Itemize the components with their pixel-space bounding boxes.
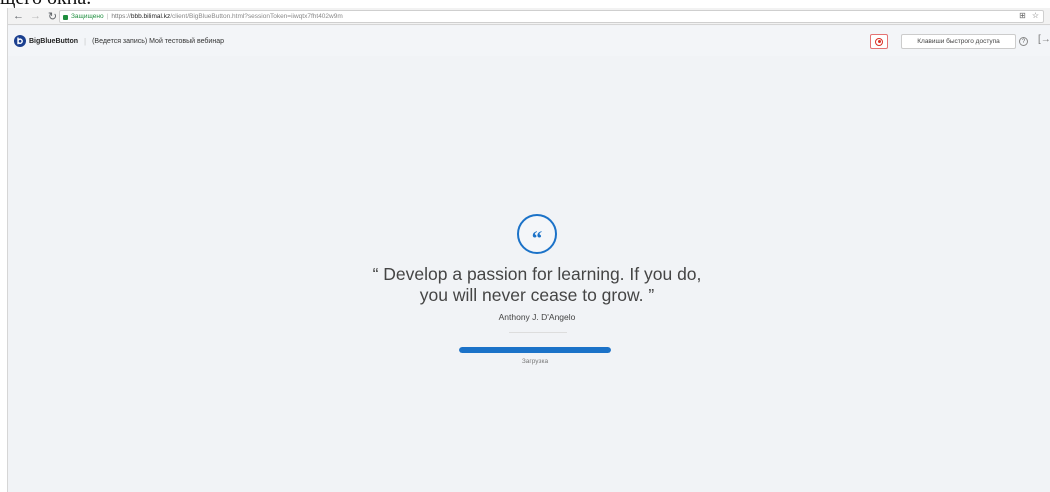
loading-progress-bar bbox=[459, 347, 611, 353]
quote-icon: “ bbox=[517, 214, 557, 254]
loading-quote: “ Develop a passion for learning. If you… bbox=[308, 264, 766, 306]
star-icon[interactable]: ☆ bbox=[1032, 11, 1039, 20]
loading-label: Загрузка bbox=[521, 358, 549, 365]
translate-icon[interactable]: ⊞ bbox=[1019, 11, 1026, 20]
address-separator: | bbox=[106, 13, 109, 20]
address-bar-actions: ⊞ ☆ bbox=[1019, 11, 1039, 20]
reload-icon[interactable]: ↻ bbox=[46, 10, 59, 23]
forward-icon[interactable]: → bbox=[29, 10, 42, 23]
back-icon[interactable]: ← bbox=[12, 10, 25, 23]
record-icon bbox=[875, 37, 883, 46]
record-button[interactable] bbox=[870, 34, 888, 49]
app-header: BigBlueButton | (Ведется запись) Мой тес… bbox=[8, 26, 1050, 56]
quote-author: Anthony J. D'Angelo bbox=[498, 312, 576, 322]
help-icon[interactable]: ? bbox=[1019, 37, 1028, 46]
quote-line-1: “ Develop a passion for learning. If you… bbox=[372, 264, 702, 284]
secure-label: Защищено bbox=[71, 13, 104, 20]
meeting-title: (Ведется запись) Мой тестовый вебинар bbox=[92, 37, 224, 45]
bigbluebutton-logo bbox=[14, 35, 26, 47]
document-text: щего окна. bbox=[0, 0, 91, 8]
url-host: bbb.bilimal.kz bbox=[130, 13, 171, 20]
browser-window: ← → ↻ Защищено | https:// bbb.bilimal.kz… bbox=[7, 8, 1050, 492]
author-divider bbox=[509, 332, 567, 333]
address-bar[interactable]: Защищено | https:// bbb.bilimal.kz /clie… bbox=[59, 10, 1044, 23]
document-text-fragment: щего окна. bbox=[0, 0, 1050, 8]
url-scheme: https:// bbox=[111, 13, 131, 20]
loading-progress-fill bbox=[459, 347, 611, 353]
shortcuts-button[interactable]: Клавиши быстрого доступа bbox=[901, 34, 1016, 49]
logout-icon[interactable]: [→ bbox=[1038, 34, 1050, 45]
url-path: /client/BigBlueButton.html?sessionToken=… bbox=[170, 13, 343, 20]
brand-name: BigBlueButton bbox=[29, 37, 78, 45]
lock-icon bbox=[63, 15, 68, 20]
browser-toolbar: ← → ↻ Защищено | https:// bbb.bilimal.kz… bbox=[8, 8, 1050, 25]
header-divider: | bbox=[84, 36, 87, 46]
quote-line-2: you will never cease to grow. ” bbox=[419, 285, 655, 305]
